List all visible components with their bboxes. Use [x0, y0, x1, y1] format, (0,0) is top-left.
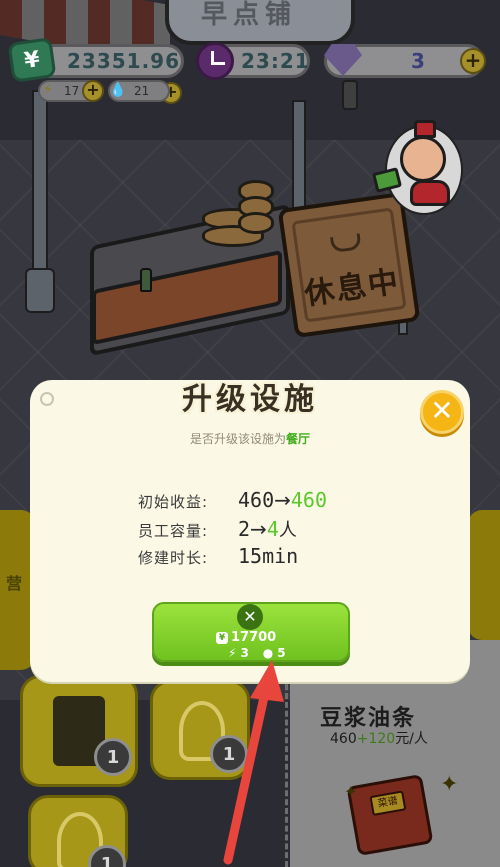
- tutorial-arrow-icon: [223, 660, 284, 865]
